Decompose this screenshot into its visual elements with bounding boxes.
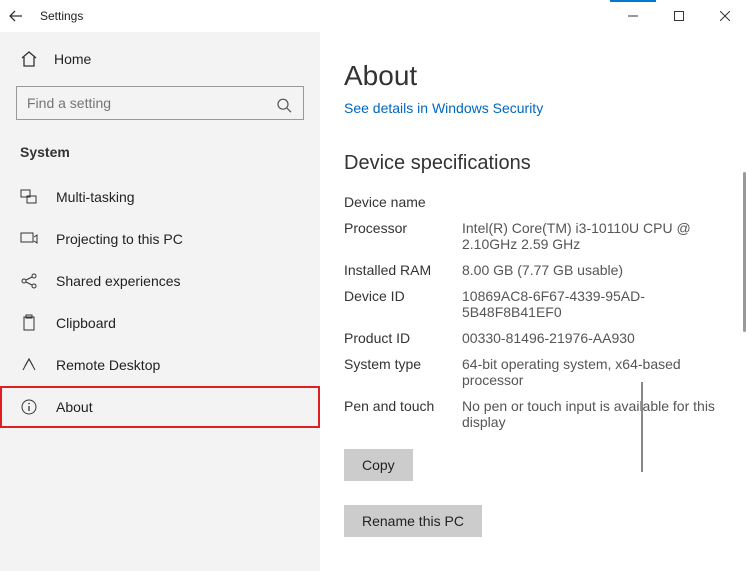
sidebar-item-remote[interactable]: Remote Desktop <box>0 344 320 386</box>
minimize-icon <box>628 11 638 21</box>
spec-device-name: Device name <box>344 189 724 215</box>
back-button[interactable] <box>8 8 24 24</box>
sidebar-item-label: Multi-tasking <box>56 189 135 205</box>
spec-label: Processor <box>344 220 454 252</box>
spec-label: Product ID <box>344 330 454 346</box>
sidebar: Home System Multi-tasking Projecting to … <box>0 32 320 571</box>
search-input[interactable] <box>16 86 304 120</box>
spec-value: 64-bit operating system, x64-based proce… <box>462 356 724 388</box>
section-title: System <box>0 134 320 170</box>
minimize-button[interactable] <box>610 0 656 32</box>
sidebar-item-label: Clipboard <box>56 315 116 331</box>
remote-icon <box>20 356 38 374</box>
maximize-icon <box>674 11 684 21</box>
window-controls <box>610 0 748 32</box>
spec-value: 10869AC8-6F67-4339-95AD-5B48F8B41EF0 <box>462 288 724 320</box>
device-spec-heading: Device specifications <box>344 152 724 175</box>
info-icon <box>20 398 38 416</box>
spec-label: Device ID <box>344 288 454 320</box>
scrollbar[interactable] <box>743 172 746 332</box>
titlebar: Settings <box>0 0 748 32</box>
spec-value: No pen or touch input is available for t… <box>462 398 724 430</box>
spec-processor: Processor Intel(R) Core(TM) i3-10110U CP… <box>344 215 724 257</box>
home-icon <box>20 50 38 68</box>
rename-button[interactable]: Rename this PC <box>344 505 482 537</box>
multitasking-icon <box>20 188 38 206</box>
home-label: Home <box>54 51 91 67</box>
search-container <box>0 78 320 134</box>
home-link[interactable]: Home <box>0 40 320 78</box>
projecting-icon <box>20 230 38 248</box>
maximize-button[interactable] <box>656 0 702 32</box>
spec-value: Intel(R) Core(TM) i3-10110U CPU @ 2.10GH… <box>462 220 724 252</box>
sidebar-item-projecting[interactable]: Projecting to this PC <box>0 218 320 260</box>
sidebar-item-about[interactable]: About <box>0 386 320 428</box>
close-icon <box>720 11 730 21</box>
sidebar-item-multitasking[interactable]: Multi-tasking <box>0 176 320 218</box>
sidebar-item-label: Shared experiences <box>56 273 181 289</box>
spec-ram: Installed RAM 8.00 GB (7.77 GB usable) <box>344 257 724 283</box>
clipboard-icon <box>20 314 38 332</box>
sidebar-item-shared[interactable]: Shared experiences <box>0 260 320 302</box>
arrow-left-icon <box>8 8 24 24</box>
shared-icon <box>20 272 38 290</box>
selection-indicator <box>641 382 643 472</box>
accent-strip <box>610 0 656 2</box>
spec-pen: Pen and touch No pen or touch input is a… <box>344 393 724 435</box>
app-title: Settings <box>40 9 83 23</box>
spec-label: Installed RAM <box>344 262 454 278</box>
close-button[interactable] <box>702 0 748 32</box>
content-pane: About See details in Windows Security De… <box>320 32 748 571</box>
security-link[interactable]: See details in Windows Security <box>344 100 724 116</box>
sidebar-item-label: Projecting to this PC <box>56 231 183 247</box>
page-title: About <box>344 60 724 92</box>
spec-value: 00330-81496-21976-AA930 <box>462 330 724 346</box>
spec-label: Device name <box>344 194 454 210</box>
sidebar-item-clipboard[interactable]: Clipboard <box>0 302 320 344</box>
spec-label: System type <box>344 356 454 388</box>
sidebar-item-label: About <box>56 399 93 415</box>
nav-list: Multi-tasking Projecting to this PC Shar… <box>0 176 320 428</box>
spec-label: Pen and touch <box>344 398 454 430</box>
spec-value: 8.00 GB (7.77 GB usable) <box>462 262 724 278</box>
copy-button[interactable]: Copy <box>344 449 413 481</box>
spec-deviceid: Device ID 10869AC8-6F67-4339-95AD-5B48F8… <box>344 283 724 325</box>
spec-productid: Product ID 00330-81496-21976-AA930 <box>344 325 724 351</box>
spec-systemtype: System type 64-bit operating system, x64… <box>344 351 724 393</box>
sidebar-item-label: Remote Desktop <box>56 357 160 373</box>
